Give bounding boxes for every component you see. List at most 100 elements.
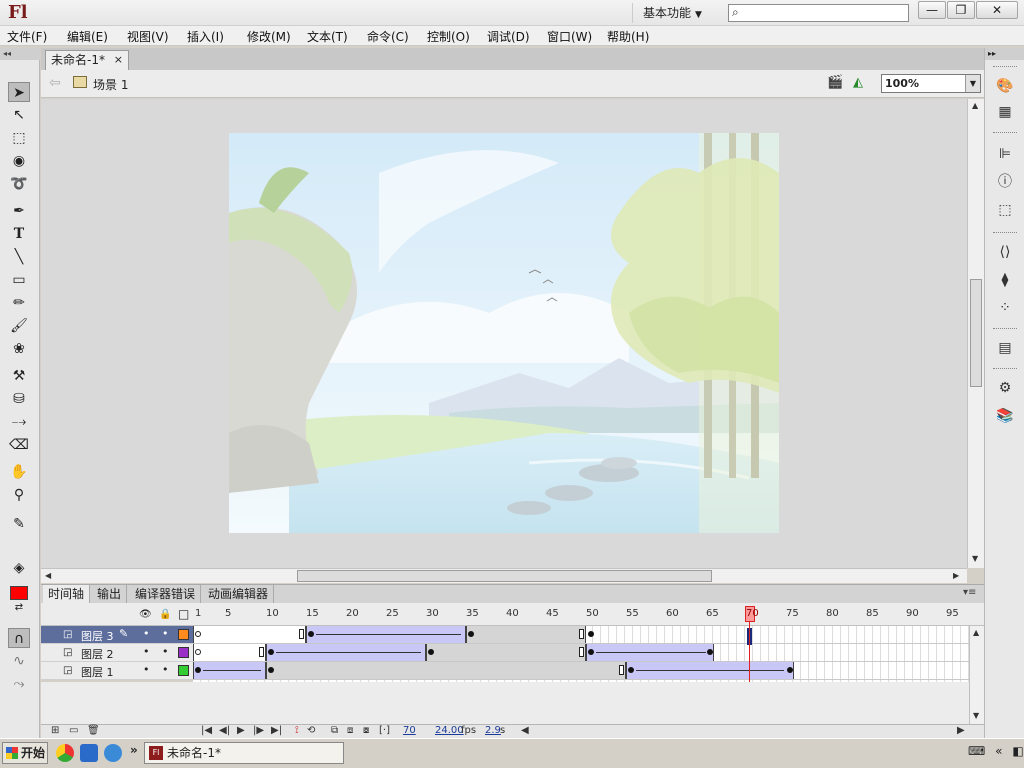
layer-row[interactable]: ◲ 图层 3 ✎ • • (41, 626, 193, 644)
keyframe[interactable] (707, 649, 713, 655)
scroll-thumb[interactable] (297, 570, 712, 582)
scroll-down-icon[interactable]: ▼ (973, 711, 979, 720)
next-frame-icon[interactable]: |▶ (253, 725, 264, 736)
tray-app-icon[interactable]: ◧ (1012, 744, 1023, 758)
menu-commands[interactable]: 命令(C) (367, 28, 409, 45)
menu-control[interactable]: 控制(O) (427, 28, 470, 45)
stage-horizontal-scrollbar[interactable]: ◀ ▶ (41, 568, 967, 583)
scroll-up-icon[interactable]: ▲ (972, 101, 978, 110)
stage-vertical-scrollbar[interactable]: ▲ ▼ (967, 99, 984, 568)
close-icon[interactable]: × (114, 51, 123, 69)
scene-label[interactable]: 场景 1 (93, 76, 128, 93)
lock-icon[interactable]: 🔒 (159, 609, 171, 620)
menu-view[interactable]: 视图(V) (127, 28, 169, 45)
3d-rotation-tool-icon[interactable]: ◉ (8, 151, 30, 171)
delete-layer-icon[interactable]: 🗑 (87, 725, 100, 736)
scroll-thumb[interactable] (970, 279, 982, 387)
eyedropper-tool-icon[interactable]: ⤍ (8, 412, 30, 432)
scroll-down-icon[interactable]: ▼ (972, 554, 978, 563)
swatches-panel-icon[interactable]: ▦ (995, 102, 1015, 122)
text-tool-icon[interactable]: T (8, 224, 30, 244)
paint-bucket-tool-icon[interactable]: ⛁ (8, 389, 30, 409)
tab-motion-editor[interactable]: 动画编辑器 (203, 585, 275, 604)
loop-icon[interactable]: ⟲ (307, 725, 315, 736)
collapse-tools-icon[interactable]: ◂◂ (0, 48, 40, 60)
frames-grid[interactable] (193, 626, 969, 682)
scroll-right-icon[interactable]: ▶ (957, 725, 965, 736)
subselection-tool-icon[interactable]: ↖ (8, 105, 30, 125)
brush-tool-icon[interactable]: 🖌 (8, 316, 30, 336)
info-panel-icon[interactable]: ⓘ (995, 172, 1015, 192)
lock-dot[interactable]: • (162, 645, 169, 658)
hand-tool-icon[interactable]: ✋ (8, 462, 30, 482)
free-transform-tool-icon[interactable]: ⬚ (8, 128, 30, 148)
lock-dot[interactable]: • (162, 663, 169, 676)
properties-panel-icon[interactable]: ⚙ (995, 378, 1015, 398)
line-tool-icon[interactable]: ╲ (8, 247, 30, 267)
zoom-select[interactable]: 100% ▼ (881, 74, 981, 93)
keyframe[interactable] (428, 649, 434, 655)
straighten-icon[interactable]: ⤳ (8, 674, 30, 694)
scroll-left-icon[interactable]: ◀ (45, 571, 51, 580)
playhead[interactable]: 70 (745, 606, 759, 622)
empty-frames[interactable] (193, 644, 266, 661)
quicklaunch-overflow-icon[interactable]: » (130, 743, 138, 757)
keyframe[interactable] (588, 631, 594, 637)
static-frames[interactable] (466, 626, 586, 643)
prev-frame-icon[interactable]: ◀| (219, 725, 230, 736)
tab-timeline[interactable]: 时间轴 (43, 585, 91, 604)
edit-scene-icon[interactable]: 🎬 (827, 75, 847, 93)
workspace-switcher[interactable]: 基本功能 ▼ (632, 3, 716, 23)
eye-icon[interactable]: 👁 (139, 609, 152, 620)
tab-compiler-errors[interactable]: 编译器错误 (130, 585, 202, 604)
stage-canvas[interactable] (229, 133, 779, 533)
scroll-left-icon[interactable]: ◀ (521, 725, 529, 736)
eraser-tool-icon[interactable]: ⌫ (8, 435, 30, 455)
panel-grip[interactable] (993, 368, 1017, 371)
tray-expand-icon[interactable]: « (995, 744, 1002, 758)
start-button[interactable]: 开始 (2, 742, 48, 764)
current-frame-value[interactable]: 70 (403, 725, 416, 736)
pen-tool-icon[interactable]: ✒ (8, 201, 30, 221)
code-snippets-icon[interactable]: ⟨⟩ (995, 242, 1015, 262)
frame-row[interactable] (193, 626, 969, 644)
visibility-dot[interactable]: • (143, 645, 150, 658)
chrome-icon[interactable] (56, 744, 74, 762)
restore-button[interactable]: ❐ (947, 1, 975, 19)
new-layer-icon[interactable]: ⊞ (51, 725, 59, 736)
empty-frames[interactable] (193, 626, 306, 643)
empty-keyframe[interactable] (195, 649, 201, 655)
panel-grip[interactable] (993, 328, 1017, 331)
outline-icon[interactable]: □ (178, 607, 189, 621)
taskbar-flash-window[interactable]: Fl 未命名-1* (144, 742, 344, 764)
transform-panel-icon[interactable]: ⬚ (995, 200, 1015, 220)
zoom-tool-icon[interactable]: ⚲ (8, 485, 30, 505)
swap-colors-icon[interactable]: ⇄ (8, 598, 30, 618)
menu-edit[interactable]: 编辑(E) (67, 28, 108, 45)
layer-row[interactable]: ◲ 图层 2 • • (41, 644, 193, 662)
panel-grip[interactable] (993, 232, 1017, 235)
menu-window[interactable]: 窗口(W) (547, 28, 592, 45)
library-books-icon[interactable]: 📚 (995, 406, 1015, 426)
keyframe[interactable] (195, 667, 201, 673)
app-icon[interactable] (104, 744, 122, 762)
menu-help[interactable]: 帮助(H) (607, 28, 649, 45)
elapsed-time-value[interactable]: 2.9 (485, 725, 501, 736)
onion-skin-icon[interactable]: ⧉ (331, 725, 338, 736)
keyframe[interactable] (268, 667, 274, 673)
layer-outline-color[interactable] (178, 647, 189, 658)
panel-grip[interactable] (993, 66, 1017, 69)
minimize-button[interactable]: — (918, 1, 946, 19)
lock-dot[interactable]: • (162, 627, 169, 640)
layer-outline-color[interactable] (178, 665, 189, 676)
first-frame-icon[interactable]: |◀ (201, 725, 212, 736)
color-panel-icon[interactable]: 🎨 (995, 76, 1015, 96)
keyframe[interactable] (628, 667, 634, 673)
frame-row[interactable] (193, 644, 969, 662)
align-panel-icon[interactable]: ⊫ (995, 144, 1015, 164)
pencil-tool-icon[interactable]: ✏ (8, 293, 30, 313)
last-frame-icon[interactable]: ▶| (271, 725, 282, 736)
selection-tool-icon[interactable]: ➤ (8, 82, 30, 102)
document-tab[interactable]: 未命名-1* × (45, 50, 129, 70)
back-arrow-icon[interactable]: ⇦ (49, 75, 61, 91)
